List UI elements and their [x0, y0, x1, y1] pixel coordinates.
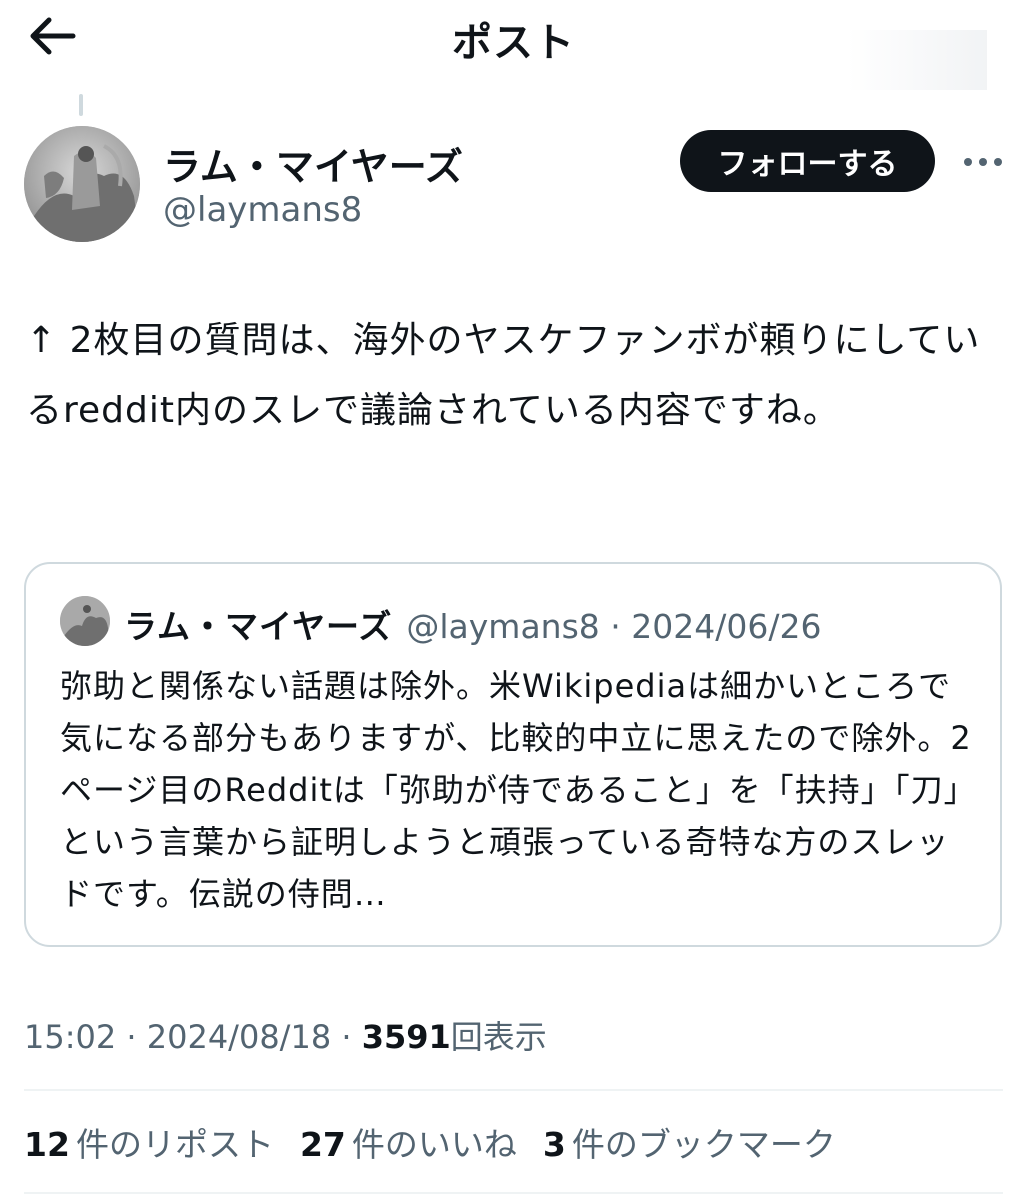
quote-text: 弥助と関係ない話題は除外。米Wikipediaは細かいところで気になる部分もあり… [60, 667, 977, 913]
post-timestamp[interactable]: 15:02 · 2024/08/18 · [24, 1018, 362, 1056]
likes-stat[interactable]: 27 件のいいね [300, 1118, 517, 1166]
quoted-post[interactable]: ラム・マイヤーズ @laymans8 · 2024/06/26 弥助と関係ない話題… [24, 562, 1002, 947]
quote-avatar [60, 596, 110, 646]
top-bar: ポスト [0, 0, 1027, 90]
quote-header: ラム・マイヤーズ @laymans8 · 2024/06/26 [124, 600, 821, 648]
engagement-stats: 12 件のリポスト 27 件のいいね 3 件のブックマーク [24, 1118, 836, 1166]
author-name[interactable]: ラム・マイヤーズ [163, 136, 463, 191]
more-horizontal-icon [963, 152, 1003, 171]
post-text: ↑ 2枚目の質問は、海外のヤスケファンボが頼りにしているreddit内のスレで議… [26, 320, 981, 431]
thread-connector [79, 94, 83, 116]
avatar[interactable] [24, 126, 140, 242]
views-count: 3591 [361, 1018, 451, 1056]
views-label: 回表示 [450, 1018, 547, 1056]
reposts-stat[interactable]: 12 件のリポスト [24, 1118, 274, 1166]
quote-author-name: ラム・マイヤーズ [124, 607, 393, 646]
divider [24, 1192, 1003, 1194]
more-button[interactable] [955, 140, 1011, 182]
post-meta: 15:02 · 2024/08/18 · 3591回表示 [24, 1012, 547, 1058]
follow-button[interactable]: フォローする [680, 130, 935, 192]
divider [24, 1089, 1003, 1091]
author-handle[interactable]: @laymans8 [163, 190, 362, 230]
bookmarks-stat[interactable]: 3 件のブックマーク [543, 1118, 836, 1166]
quote-handle-date: @laymans8 · 2024/06/26 [406, 607, 822, 646]
